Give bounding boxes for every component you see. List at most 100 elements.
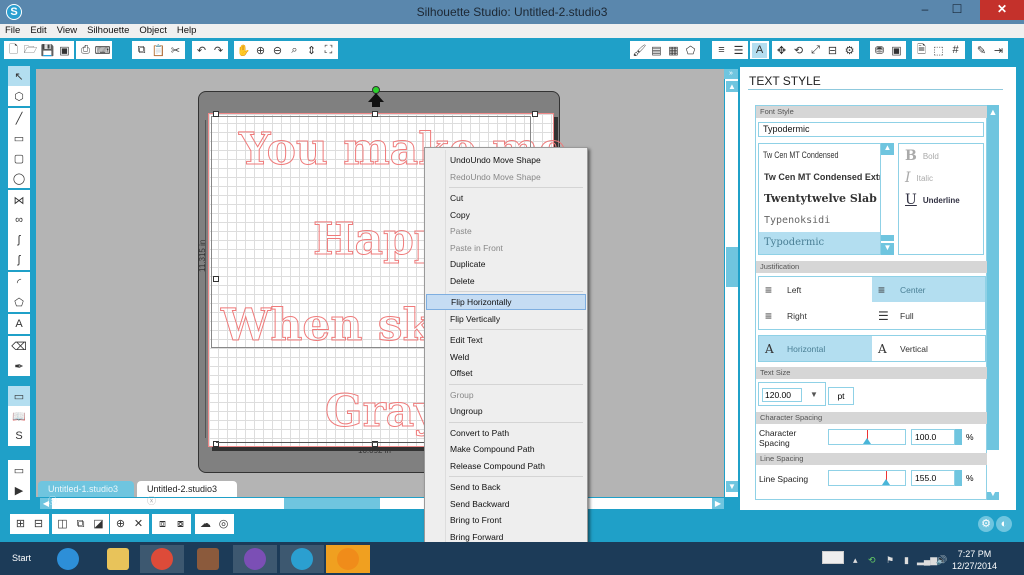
point-edit-tool[interactable]: ⬡ <box>8 86 30 106</box>
menu-item-undoundo-move-shape[interactable]: UndoUndo Move Shape <box>426 152 586 168</box>
trace-icon[interactable]: ▣ <box>889 43 904 58</box>
character-spacing-spinner[interactable] <box>955 429 962 445</box>
text-tool[interactable]: A <box>8 314 30 334</box>
text-size-dropdown-icon[interactable]: ▼ <box>806 388 822 402</box>
maximize-button[interactable]: ☐ <box>944 0 970 20</box>
character-spacing-slider[interactable] <box>828 429 906 445</box>
resize-handle[interactable] <box>213 111 219 117</box>
move-icon[interactable]: ✥ <box>774 43 789 58</box>
save-icon[interactable]: 💾 <box>40 43 55 58</box>
battery-icon[interactable]: ▮ <box>904 555 909 566</box>
undo-icon[interactable]: ↶ <box>194 43 209 58</box>
silhouette-studio-taskbar-icon[interactable] <box>280 545 324 573</box>
scale-icon[interactable]: ⤢ <box>808 43 823 58</box>
avast-taskbar-icon[interactable] <box>326 545 370 573</box>
slider-knob[interactable] <box>863 438 871 444</box>
save-to-library-icon[interactable]: ▣ <box>57 43 72 58</box>
font-list-item[interactable]: Typenoksidi <box>759 210 893 232</box>
menu-item-release-compound-path[interactable]: Release Compound Path <box>426 458 586 474</box>
menu-file[interactable]: File <box>0 24 25 38</box>
weld-icon[interactable]: ⊕ <box>113 517 128 532</box>
select-tool[interactable]: ↖ <box>8 66 30 86</box>
pattern-icon[interactable]: ▦ <box>666 43 681 58</box>
justify-full-button[interactable]: ☰ Full <box>872 303 985 328</box>
gear-icon[interactable]: ⚙ <box>978 516 994 532</box>
menu-item-edit-text[interactable]: Edit Text <box>426 332 586 348</box>
line-spacing-slider[interactable] <box>828 470 906 486</box>
font-list-item[interactable]: Twentytwelve Slab <box>759 188 893 210</box>
scroll-up-arrow[interactable]: ▲ <box>726 81 738 92</box>
internet-explorer-taskbar-icon[interactable] <box>46 545 90 573</box>
tab-untitled-1[interactable]: Untitled-1.studio3 ⓧ <box>38 481 134 506</box>
menu-object[interactable]: Object <box>134 24 171 38</box>
scroll-thumb[interactable] <box>987 450 999 492</box>
resize-handle[interactable] <box>372 111 378 117</box>
redo-icon[interactable]: ↷ <box>211 43 226 58</box>
menu-item-send-backward[interactable]: Send Backward <box>426 496 586 512</box>
send-icon[interactable]: ⇥ <box>991 43 1006 58</box>
eraser-icon[interactable]: ✎ <box>974 43 989 58</box>
character-spacing-input[interactable]: 100.0 <box>911 429 955 445</box>
rounded-rect-tool[interactable]: ▢ <box>8 148 30 168</box>
scroll-down-arrow[interactable]: ▼ <box>987 488 999 498</box>
menu-item-ungroup[interactable]: Ungroup <box>426 403 586 419</box>
curve-tool[interactable]: ∞ <box>8 210 30 230</box>
font-list-item[interactable]: Tw Cen MT Condensed <box>759 144 866 166</box>
zoom-select-icon[interactable]: ⌕ <box>287 43 302 58</box>
design-page-tool[interactable]: ▭ <box>8 386 30 406</box>
ungroup-icon[interactable]: ⊟ <box>31 517 46 532</box>
minimize-button[interactable]: – <box>912 0 938 20</box>
menu-item-make-compound-path[interactable]: Make Compound Path <box>426 441 586 457</box>
tab-untitled-2[interactable]: Untitled-2.studio3 ⓧ <box>137 481 237 506</box>
scroll-thumb[interactable] <box>726 247 738 287</box>
unit-button[interactable]: pt <box>828 387 854 405</box>
drag-zoom-icon[interactable]: ⇕ <box>304 43 319 58</box>
menu-edit[interactable]: Edit <box>25 24 51 38</box>
rectangle-tool[interactable]: ▭ <box>8 128 30 148</box>
text-style-icon[interactable]: A <box>752 42 767 58</box>
eraser-tool[interactable]: ⌫ <box>8 336 30 356</box>
line-width-icon[interactable]: ☰ <box>731 43 746 58</box>
font-list-item[interactable]: Tw Cen MT Condensed Extra <box>759 166 893 188</box>
scroll-down-arrow[interactable]: ▼ <box>726 481 738 492</box>
send-backward-icon[interactable]: ⧇ <box>173 517 188 532</box>
menu-item-cut[interactable]: Cut <box>426 190 586 206</box>
scroll-right-arrow[interactable]: ▶ <box>712 498 724 509</box>
file-explorer-taskbar-icon[interactable] <box>96 545 140 573</box>
menu-item-copy[interactable]: Copy <box>426 207 586 223</box>
canvas-vertical-scrollbar[interactable]: ▲ ▼ <box>724 69 738 497</box>
line-color-icon[interactable]: ≡ <box>714 43 729 58</box>
justify-right-button[interactable]: ≡ Right <box>759 303 872 328</box>
rotate-icon[interactable]: ⟲ <box>791 43 806 58</box>
new-page-icon[interactable]: 🗋 <box>6 43 21 58</box>
paste-icon[interactable]: 📋 <box>151 43 166 58</box>
signal-icon[interactable]: ▂▄▆ <box>917 555 937 566</box>
line-spacing-input[interactable]: 155.0 <box>911 470 955 486</box>
resize-handle[interactable] <box>532 111 538 117</box>
font-list[interactable]: Tw Cen MT Condensed Tw Cen MT Condensed E… <box>758 143 894 255</box>
network-status-icon[interactable]: ⟲ <box>868 555 876 566</box>
shape-icon[interactable]: ☁ <box>198 517 213 532</box>
justify-center-button[interactable]: ≡ Center <box>872 277 985 302</box>
volume-icon[interactable]: 🔊 <box>936 555 947 566</box>
font-search-input[interactable]: Typodermic <box>758 122 984 137</box>
gradient-icon[interactable]: ▤ <box>649 43 664 58</box>
zoom-out-icon[interactable]: ⊖ <box>270 43 285 58</box>
open-icon[interactable]: 🗁 <box>23 43 38 58</box>
panel-scrollbar[interactable]: ▲ ▼ <box>987 105 999 500</box>
slider-knob[interactable] <box>882 479 890 485</box>
store-icon[interactable]: ◐ <box>996 516 1012 532</box>
menu-item-duplicate[interactable]: Duplicate <box>426 256 586 272</box>
menu-view[interactable]: View <box>52 24 82 38</box>
menu-item-flip-vertically[interactable]: Flip Vertically <box>426 311 586 327</box>
menu-item-weld[interactable]: Weld <box>426 349 586 365</box>
close-tab-icon[interactable]: ⓧ <box>147 496 156 506</box>
library-tool[interactable]: 📖 <box>8 406 30 426</box>
start-button[interactable]: Start <box>12 553 31 563</box>
menu-item-offset[interactable]: Offset <box>426 365 586 381</box>
action-center-icon[interactable]: ⚑ <box>886 555 894 566</box>
scroll-thumb[interactable] <box>881 235 894 241</box>
send-to-silhouette-icon[interactable]: ⌨ <box>95 43 111 58</box>
resize-handle[interactable] <box>213 276 219 282</box>
menu-item-convert-to-path[interactable]: Convert to Path <box>426 425 586 441</box>
